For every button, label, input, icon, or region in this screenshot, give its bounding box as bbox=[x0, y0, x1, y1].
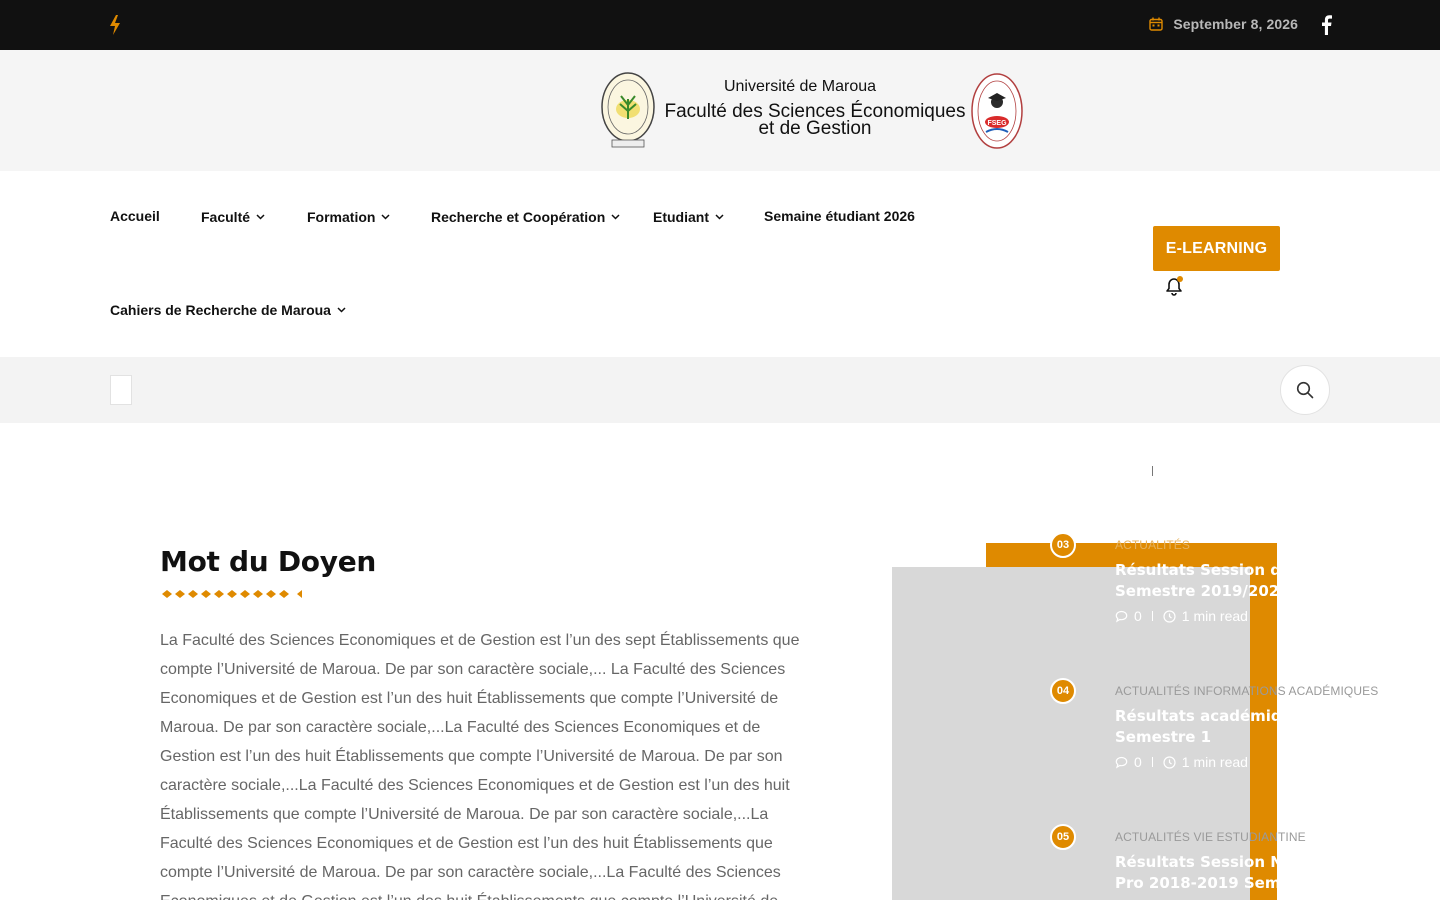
nav-item-semaine-etudiant[interactable]: Semaine étudiant 2026 bbox=[764, 208, 915, 224]
post-number-badge: 05 bbox=[1050, 824, 1076, 850]
comment-count[interactable]: 0 bbox=[1134, 754, 1142, 770]
calendar-icon bbox=[1149, 17, 1164, 31]
post-category[interactable]: ACTUALITÉS INFORMATIONS ACADÉMIQUES bbox=[1115, 684, 1378, 698]
nav-item-etudiant[interactable]: Etudiant bbox=[653, 209, 724, 225]
search-band bbox=[0, 357, 1440, 423]
post-title-line: Semestre 1 bbox=[1115, 728, 1212, 746]
post-meta: 0 1 min read bbox=[1115, 754, 1248, 770]
post-number-badge: 03 bbox=[1050, 532, 1076, 558]
decorative-diamond-divider bbox=[162, 590, 302, 598]
post-title[interactable]: Résultats Session Norm Pro 2018-2019 Sem… bbox=[1115, 852, 1277, 894]
chevron-down-icon bbox=[611, 214, 620, 220]
nav-item-recherche[interactable]: Recherche et Coopération bbox=[431, 209, 620, 225]
post-title-line: Semestre 2019/2020 bbox=[1115, 582, 1277, 600]
clock-icon bbox=[1163, 609, 1176, 623]
university-seal-logo[interactable] bbox=[600, 69, 656, 151]
divider-mark bbox=[1152, 466, 1153, 476]
post-title[interactable]: Résultats académiques Semestre 1 bbox=[1115, 706, 1277, 748]
comment-icon bbox=[1115, 756, 1128, 769]
post-title-line: Résultats Session de ra bbox=[1115, 561, 1277, 579]
top-bar: September 8, 2026 bbox=[0, 0, 1440, 50]
search-button[interactable] bbox=[1280, 365, 1330, 415]
nav-item-label: Cahiers de Recherche de Maroua bbox=[110, 302, 331, 318]
current-date: September 8, 2026 bbox=[1173, 16, 1298, 32]
post-title-line: Résultats Session Norm bbox=[1115, 853, 1277, 871]
section-heading: Mot du Doyen bbox=[160, 545, 377, 578]
read-time: 1 min read bbox=[1181, 608, 1248, 624]
nav-item-label: Formation bbox=[307, 209, 376, 225]
search-band-box[interactable] bbox=[110, 375, 132, 405]
lightning-icon bbox=[110, 15, 120, 35]
post-meta: 0 1 min read bbox=[1115, 608, 1248, 624]
svg-text:FSEG: FSEG bbox=[987, 120, 1007, 127]
chevron-down-icon bbox=[715, 214, 724, 220]
nav-item-faculte[interactable]: Faculté bbox=[201, 209, 265, 225]
post-number-badge: 04 bbox=[1050, 678, 1076, 704]
search-icon bbox=[1296, 381, 1314, 399]
fseg-seal-logo[interactable]: FSEG bbox=[970, 72, 1024, 150]
dean-message-text: La Faculté des Sciences Economiques et d… bbox=[160, 632, 800, 900]
nav-item-label: Accueil bbox=[110, 208, 160, 224]
nav-item-label: Faculté bbox=[201, 209, 251, 225]
comment-count[interactable]: 0 bbox=[1134, 608, 1142, 624]
chevron-down-icon bbox=[381, 214, 390, 220]
logo-university-name: Université de Maroua bbox=[723, 78, 877, 95]
nav-item-label: Semaine étudiant 2026 bbox=[764, 208, 915, 224]
notification-bell-icon[interactable] bbox=[1164, 275, 1186, 297]
e-learning-button[interactable]: E-LEARNING bbox=[1153, 226, 1280, 271]
post-title[interactable]: Résultats Session de ra Semestre 2019/20… bbox=[1115, 560, 1277, 602]
read-time: 1 min read bbox=[1181, 754, 1248, 770]
chevron-down-icon bbox=[337, 307, 346, 313]
chevron-down-icon bbox=[256, 214, 265, 220]
clock-icon bbox=[1163, 755, 1176, 769]
post-title-line: Pro 2018-2019 Semest bbox=[1115, 874, 1277, 892]
nav-item-accueil[interactable]: Accueil bbox=[110, 208, 160, 224]
logo-faculty-name-continued: et de Gestion bbox=[758, 118, 872, 139]
date-display: September 8, 2026 bbox=[1149, 16, 1298, 32]
post-category[interactable]: ACTUALITÉS VIE ESTUDIANTINE bbox=[1115, 830, 1306, 844]
nav-item-cahiers-recherche[interactable]: Cahiers de Recherche de Maroua bbox=[110, 302, 346, 318]
post-title-line: Résultats académiques bbox=[1115, 707, 1277, 725]
facebook-icon[interactable] bbox=[1320, 15, 1332, 35]
post-category[interactable]: ACTUALITÉS bbox=[1115, 538, 1190, 552]
nav-item-formation[interactable]: Formation bbox=[307, 209, 390, 225]
comment-icon bbox=[1115, 610, 1128, 623]
nav-item-label: Etudiant bbox=[653, 209, 709, 225]
nav-item-label: Recherche et Coopération bbox=[431, 209, 606, 225]
